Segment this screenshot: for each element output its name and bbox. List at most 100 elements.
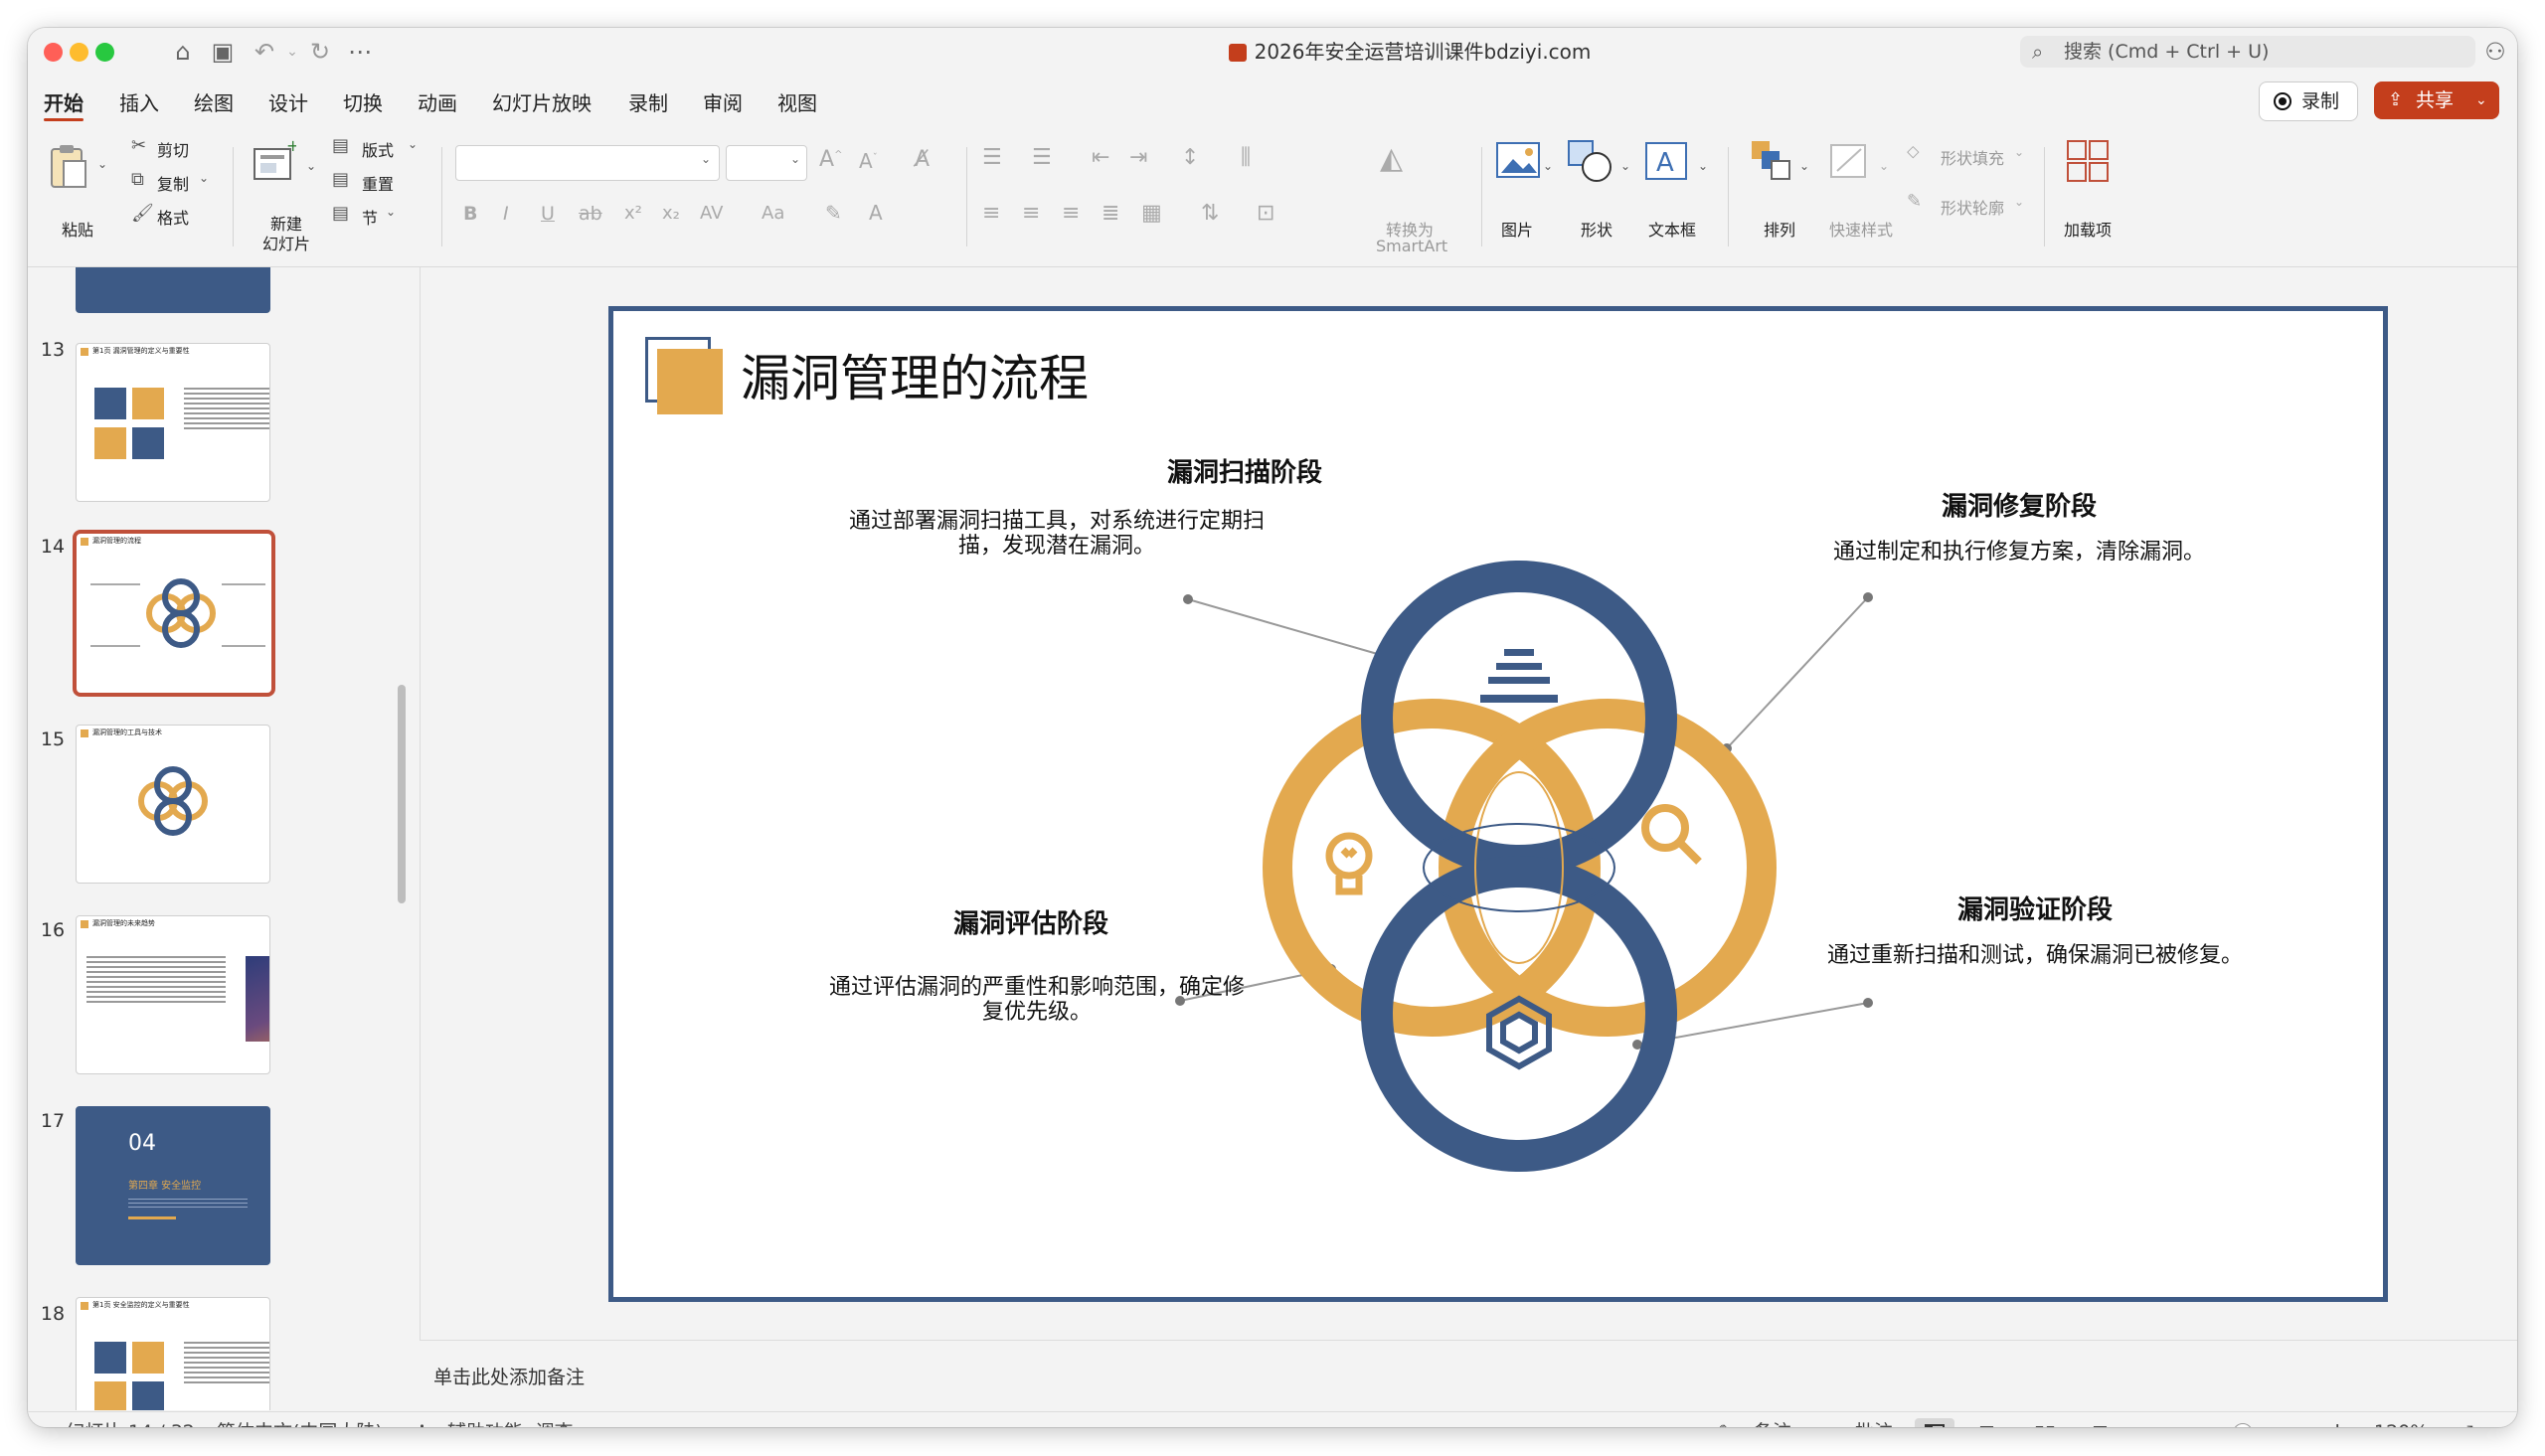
slide-thumbnail-16[interactable]: 漏洞管理的未来趋势 <box>76 915 270 1074</box>
close-window-button[interactable] <box>44 43 63 62</box>
slide-thumbnail-15[interactable]: 漏洞管理的工具与技术 <box>76 725 270 884</box>
record-button[interactable]: 录制 <box>2259 81 2358 121</box>
arrange-dropdown-icon[interactable]: ⌄ <box>1799 159 1809 173</box>
columns-icon[interactable]: ⫼ <box>1241 145 1251 170</box>
stage-assess-heading[interactable]: 漏洞评估阶段 <box>812 903 1250 940</box>
scissors-icon[interactable]: ✂ <box>131 135 146 156</box>
cut-button[interactable]: 剪切 <box>157 137 189 161</box>
reading-view-icon[interactable]: ▯▯ <box>2034 1412 2056 1427</box>
decrease-indent-icon[interactable]: ⇤ <box>1092 145 1109 170</box>
change-case-icon[interactable]: Aa <box>762 203 784 224</box>
new-slide-dropdown-icon[interactable]: ⌄ <box>306 159 316 173</box>
notes-button[interactable]: 备注 <box>1754 1412 1791 1427</box>
layout-icon[interactable]: ▤ <box>332 135 349 156</box>
tab-view[interactable]: 视图 <box>777 83 817 123</box>
decrease-font-icon[interactable]: Aˇ <box>859 149 878 173</box>
search-box[interactable]: ⌕ 搜索 (Cmd + Ctrl + U) <box>2020 36 2475 68</box>
shape-outline-dropdown-icon[interactable]: ⌄ <box>2014 195 2024 209</box>
addins-icon[interactable] <box>2066 139 2112 185</box>
account-icon[interactable]: ⚇ <box>2479 36 2511 68</box>
language-indicator[interactable]: 简体中文(中国大陆) <box>217 1412 383 1427</box>
minimize-window-button[interactable] <box>70 43 88 62</box>
quick-styles-dropdown-icon[interactable]: ⌄ <box>1879 159 1889 173</box>
current-slide[interactable]: 漏洞管理的流程 漏洞扫描阶段 通过部署漏洞扫描工具，对系统进行定期扫 描，发现潜… <box>608 306 2388 1302</box>
paint-bucket-icon[interactable]: ⬦ <box>1907 141 1920 162</box>
tab-review[interactable]: 审阅 <box>703 83 743 123</box>
layout-button[interactable]: 版式 <box>362 137 394 161</box>
zoom-level[interactable]: 120% <box>2374 1412 2428 1427</box>
copy-button[interactable]: 复制 <box>157 171 189 195</box>
slide-thumbnail-18[interactable]: 第1页 安全监控的定义与重要性 <box>76 1297 270 1410</box>
comments-button[interactable]: 批注 <box>1855 1412 1893 1427</box>
align-center-icon[interactable]: ≡ <box>1022 201 1040 226</box>
smartart-icon[interactable]: ◭ <box>1380 141 1403 176</box>
italic-icon[interactable]: I <box>503 203 509 225</box>
pen-icon[interactable]: ✎ <box>1907 191 1922 212</box>
distributed-icon[interactable]: ▦ <box>1141 201 1162 226</box>
numbering-icon[interactable]: ☰ <box>1032 145 1052 170</box>
shape-icon[interactable] <box>1567 139 1614 183</box>
format-painter-icon[interactable]: 🖌 <box>131 203 154 224</box>
subscript-icon[interactable]: x₂ <box>662 203 680 224</box>
accessibility-status[interactable]: 辅助功能: 调查 <box>447 1412 573 1427</box>
slide-thumbnail-17[interactable]: 04 第四章 安全监控 <box>76 1106 270 1265</box>
tab-home[interactable]: 开始 <box>44 83 84 123</box>
textbox-dropdown-icon[interactable]: ⌄ <box>1698 159 1708 173</box>
redo-icon[interactable]: ↻ <box>304 36 336 68</box>
stage-fix-text[interactable]: 通过制定和执行修复方案，清除漏洞。 <box>1771 534 2268 566</box>
shape-dropdown-icon[interactable]: ⌄ <box>1620 159 1630 173</box>
character-spacing-icon[interactable]: AV <box>700 203 723 224</box>
zoom-window-button[interactable] <box>95 43 114 62</box>
share-button[interactable]: ⇪ 共享 ⌄ <box>2374 81 2499 119</box>
shape-outline-button[interactable]: 形状轮廓 <box>1941 195 2004 219</box>
font-size-select[interactable]: ⌄ <box>726 145 807 181</box>
slide-thumbnail-panel[interactable]: 13 第1页 漏洞管理的定义与重要性 14 漏洞管理的流程 15 漏洞管理的工具… <box>28 267 418 1410</box>
fit-to-window-icon[interactable]: ⤢ <box>2458 1412 2473 1427</box>
paste-dropdown-icon[interactable]: ⌄ <box>97 157 107 171</box>
zoom-out-icon[interactable]: − <box>2145 1412 2163 1427</box>
textbox-icon[interactable]: A <box>1642 139 1690 183</box>
highlight-icon[interactable]: ✎ <box>825 201 842 225</box>
superscript-icon[interactable]: x² <box>624 203 642 224</box>
zoom-slider-thumb[interactable] <box>2233 1423 2253 1427</box>
more-icon[interactable]: ⋯ <box>344 36 376 68</box>
bold-icon[interactable]: B <box>463 203 477 225</box>
stage-verify-text[interactable]: 通过重新扫描和测试，确保漏洞已被修复。 <box>1786 937 2284 969</box>
arrange-icon[interactable] <box>1750 139 1795 183</box>
reset-button[interactable]: 重置 <box>362 171 394 195</box>
font-family-select[interactable]: ⌄ <box>455 145 720 181</box>
clear-format-icon[interactable]: A̸ <box>915 147 930 172</box>
stage-assess-text-line2[interactable]: 复优先级。 <box>759 994 1315 1026</box>
slide-thumbnail-13[interactable]: 第1页 漏洞管理的定义与重要性 <box>76 343 270 502</box>
layout-dropdown-icon[interactable]: ⌄ <box>408 137 418 151</box>
stage-fix-heading[interactable]: 漏洞修复阶段 <box>1771 486 2268 523</box>
section-dropdown-icon[interactable]: ⌄ <box>386 205 396 219</box>
notes-icon[interactable]: ✎ <box>1718 1412 1735 1427</box>
home-icon[interactable]: ⌂ <box>167 36 199 68</box>
shape-button[interactable]: 形状 <box>1581 217 1612 241</box>
stage-scan-text-line2[interactable]: 描，发现潜在漏洞。 <box>778 528 1335 560</box>
picture-icon[interactable] <box>1495 139 1543 183</box>
bullets-icon[interactable]: ☰ <box>982 145 1002 170</box>
tab-record[interactable]: 录制 <box>628 83 668 123</box>
slide-thumbnail[interactable] <box>76 267 270 313</box>
quick-styles-button[interactable]: 快速样式 <box>1829 217 1893 241</box>
slideshow-icon[interactable]: ⊟ <box>2092 1412 2109 1427</box>
zoom-in-icon[interactable]: + <box>2328 1412 2346 1427</box>
font-color-icon[interactable]: A <box>869 201 883 225</box>
text-direction-icon[interactable]: ⇅ <box>1201 201 1219 226</box>
save-icon[interactable]: ▣ <box>207 36 239 68</box>
tab-transitions[interactable]: 切换 <box>343 83 383 123</box>
slide-thumbnail-14[interactable]: 漏洞管理的流程 <box>73 530 275 697</box>
align-right-icon[interactable]: ≡ <box>1062 201 1080 226</box>
shape-fill-button[interactable]: 形状填充 <box>1941 145 2004 169</box>
tab-design[interactable]: 设计 <box>268 83 308 123</box>
line-spacing-icon[interactable]: ↕ <box>1181 145 1199 170</box>
tab-animations[interactable]: 动画 <box>418 83 457 123</box>
align-text-icon[interactable]: ⊡ <box>1257 201 1274 226</box>
picture-dropdown-icon[interactable]: ⌄ <box>1543 159 1553 173</box>
textbox-button[interactable]: 文本框 <box>1648 217 1696 241</box>
tab-slideshow[interactable]: 幻灯片放映 <box>492 83 592 123</box>
addins-button[interactable]: 加载项 <box>2064 217 2112 241</box>
accessibility-icon[interactable]: ♿ <box>416 1412 433 1427</box>
